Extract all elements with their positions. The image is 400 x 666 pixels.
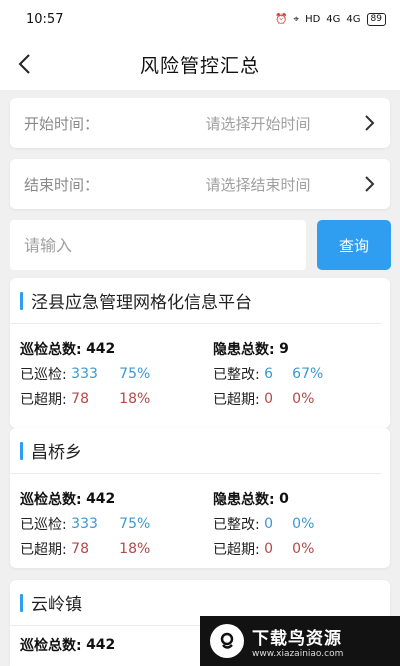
card-body: 巡检总数: 442 已巡检: 333 75% 已超期: 78 18% 隐患总数: 9… [10,324,390,428]
patrol-total-row: 巡检总数: 442 [20,336,150,361]
hazard-overdue-percent: 0% [292,540,315,557]
logo-glyph [220,632,234,649]
chevron-right-icon [365,115,375,131]
rectified-value: 0 [264,515,274,532]
patrol-total-value: 442 [86,340,116,357]
battery-icon: 89 [366,12,386,26]
patrol-total-label: 巡检总数: [20,341,82,358]
title-accent-bar [20,441,23,460]
overdue-label: 已超期: [20,541,67,558]
watermark-title: 下载鸟资源 [252,628,342,649]
chevron-left-icon [18,54,30,74]
rectified-label: 已整改: [213,366,260,383]
patrolled-row: 已巡检: 333 75% [20,511,150,536]
rectified-percent: 67% [292,365,324,382]
status-icons: ⏰ ⌖ HD 4G 4G 89 [274,12,386,26]
patrol-total-value: 442 [86,490,116,507]
status-bar: 10:57 ⏰ ⌖ HD 4G 4G 89 [0,0,400,38]
hazard-stats: 隐患总数: 0 已整改: 0 0% 已超期: 0 0% [213,486,314,561]
site-watermark: 下载鸟资源 www.xiazainiao.com [200,616,400,666]
patrol-total-row: 巡检总数: 442 [20,632,115,657]
card-title: 云岭镇 [31,595,82,615]
rectified-label: 已整改: [213,516,260,533]
end-time-placeholder: 请选择结束时间 [205,175,311,194]
hazard-overdue-row: 已超期: 0 0% [213,386,323,411]
start-time-label: 开始时间： [24,114,100,133]
hazard-overdue-value: 0 [264,390,274,407]
card-title: 昌桥乡 [31,443,82,463]
patrol-stats: 巡检总数: 442 已巡检: 333 75% 已超期: 78 18% [20,336,150,411]
patrolled-percent: 75% [119,515,151,532]
end-time-label: 结束时间： [24,175,100,194]
hazard-overdue-label: 已超期: [213,391,260,408]
network-label: HD [305,13,321,25]
start-time-field[interactable]: 开始时间： 请选择开始时间 [10,98,390,148]
title-accent-bar [20,291,23,310]
watermark-text: 下载鸟资源 www.xiazainiao.com [252,624,343,659]
bird-logo-icon [210,624,244,658]
summary-card[interactable]: 昌桥乡 巡检总数: 442 已巡检: 333 75% 已超期: 78 18% 隐患总… [10,428,390,568]
patrol-total-value: 442 [86,636,116,653]
hazard-total-row: 隐患总数: 0 [213,486,314,511]
patrolled-label: 已巡检: [20,516,67,533]
search-input[interactable] [10,220,306,270]
watermark-url: www.xiazainiao.com [252,648,344,659]
rectified-row: 已整改: 0 0% [213,511,314,536]
overdue-value: 78 [71,540,89,557]
hazard-total-value: 9 [279,340,289,357]
end-time-field[interactable]: 结束时间： 请选择结束时间 [10,159,390,209]
hazard-total-label: 隐患总数: [213,341,275,358]
rectified-value: 6 [264,365,274,382]
patrol-total-row: 巡检总数: 442 [20,486,150,511]
search-button[interactable]: 查询 [317,220,391,270]
start-time-placeholder: 请选择开始时间 [205,114,311,133]
overdue-row: 已超期: 78 18% [20,386,150,411]
hazard-overdue-value: 0 [264,540,274,557]
patrolled-value: 333 [71,365,98,382]
app-header: 风险管控汇总 [0,38,400,90]
patrolled-percent: 75% [119,365,151,382]
signal-icon: 4G [326,13,341,25]
hazard-total-row: 隐患总数: 9 [213,336,323,361]
overdue-label: 已超期: [20,391,67,408]
patrolled-label: 已巡检: [20,366,67,383]
card-title: 泾县应急管理网格化信息平台 [31,293,252,313]
card-header: 泾县应急管理网格化信息平台 [10,278,382,324]
rectified-row: 已整改: 6 67% [213,361,323,386]
patrol-total-label: 巡检总数: [20,637,82,654]
hazard-stats: 隐患总数: 9 已整改: 6 67% 已超期: 0 0% [213,336,323,411]
hazard-overdue-label: 已超期: [213,541,260,558]
hazard-overdue-row: 已超期: 0 0% [213,536,314,561]
summary-card[interactable]: 泾县应急管理网格化信息平台 巡检总数: 442 已巡检: 333 75% 已超期:… [10,278,390,428]
overdue-percent: 18% [119,390,151,407]
location-icon: ⌖ [293,13,300,25]
status-time: 10:57 [26,11,64,27]
patrol-total-label: 巡检总数: [20,491,82,508]
overdue-row: 已超期: 78 18% [20,536,150,561]
hazard-total-label: 隐患总数: [213,491,275,508]
patrol-stats: 巡检总数: 442 [20,632,115,657]
signal-icon-2: 4G [346,13,361,25]
rectified-percent: 0% [292,515,315,532]
page-title: 风险管控汇总 [139,54,260,77]
title-accent-bar [20,593,23,612]
overdue-value: 78 [71,390,89,407]
chevron-right-icon [365,176,375,192]
card-body: 巡检总数: 442 已巡检: 333 75% 已超期: 78 18% 隐患总数: 0… [10,474,390,578]
overdue-percent: 18% [119,540,151,557]
patrol-stats: 巡检总数: 442 已巡检: 333 75% 已超期: 78 18% [20,486,150,561]
card-header: 昌桥乡 [10,428,382,474]
patrolled-value: 333 [71,515,98,532]
back-button[interactable] [8,48,40,80]
alarm-icon: ⏰ [274,13,288,25]
hazard-overdue-percent: 0% [292,390,315,407]
hazard-total-value: 0 [279,490,289,507]
patrolled-row: 已巡检: 333 75% [20,361,150,386]
